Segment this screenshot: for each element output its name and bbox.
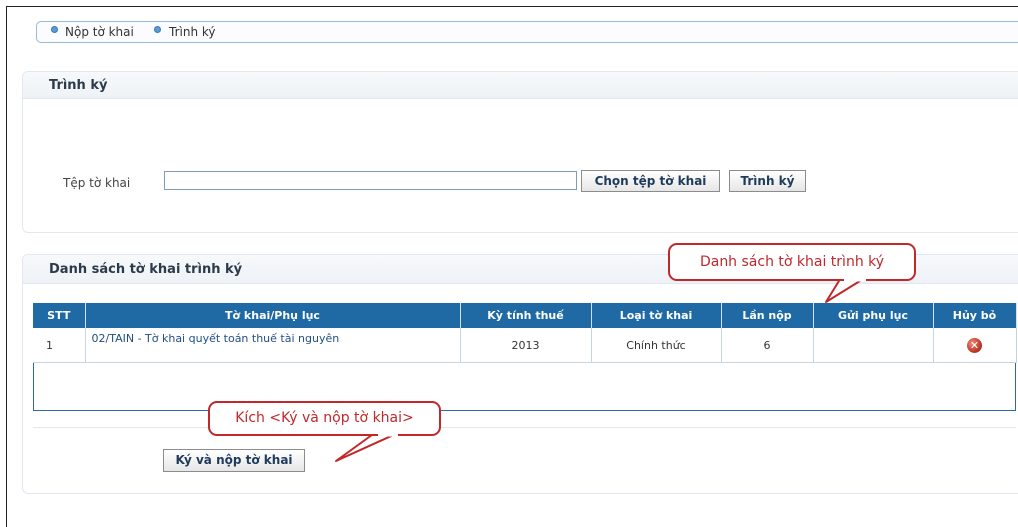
callout-joins bbox=[378, 278, 866, 437]
